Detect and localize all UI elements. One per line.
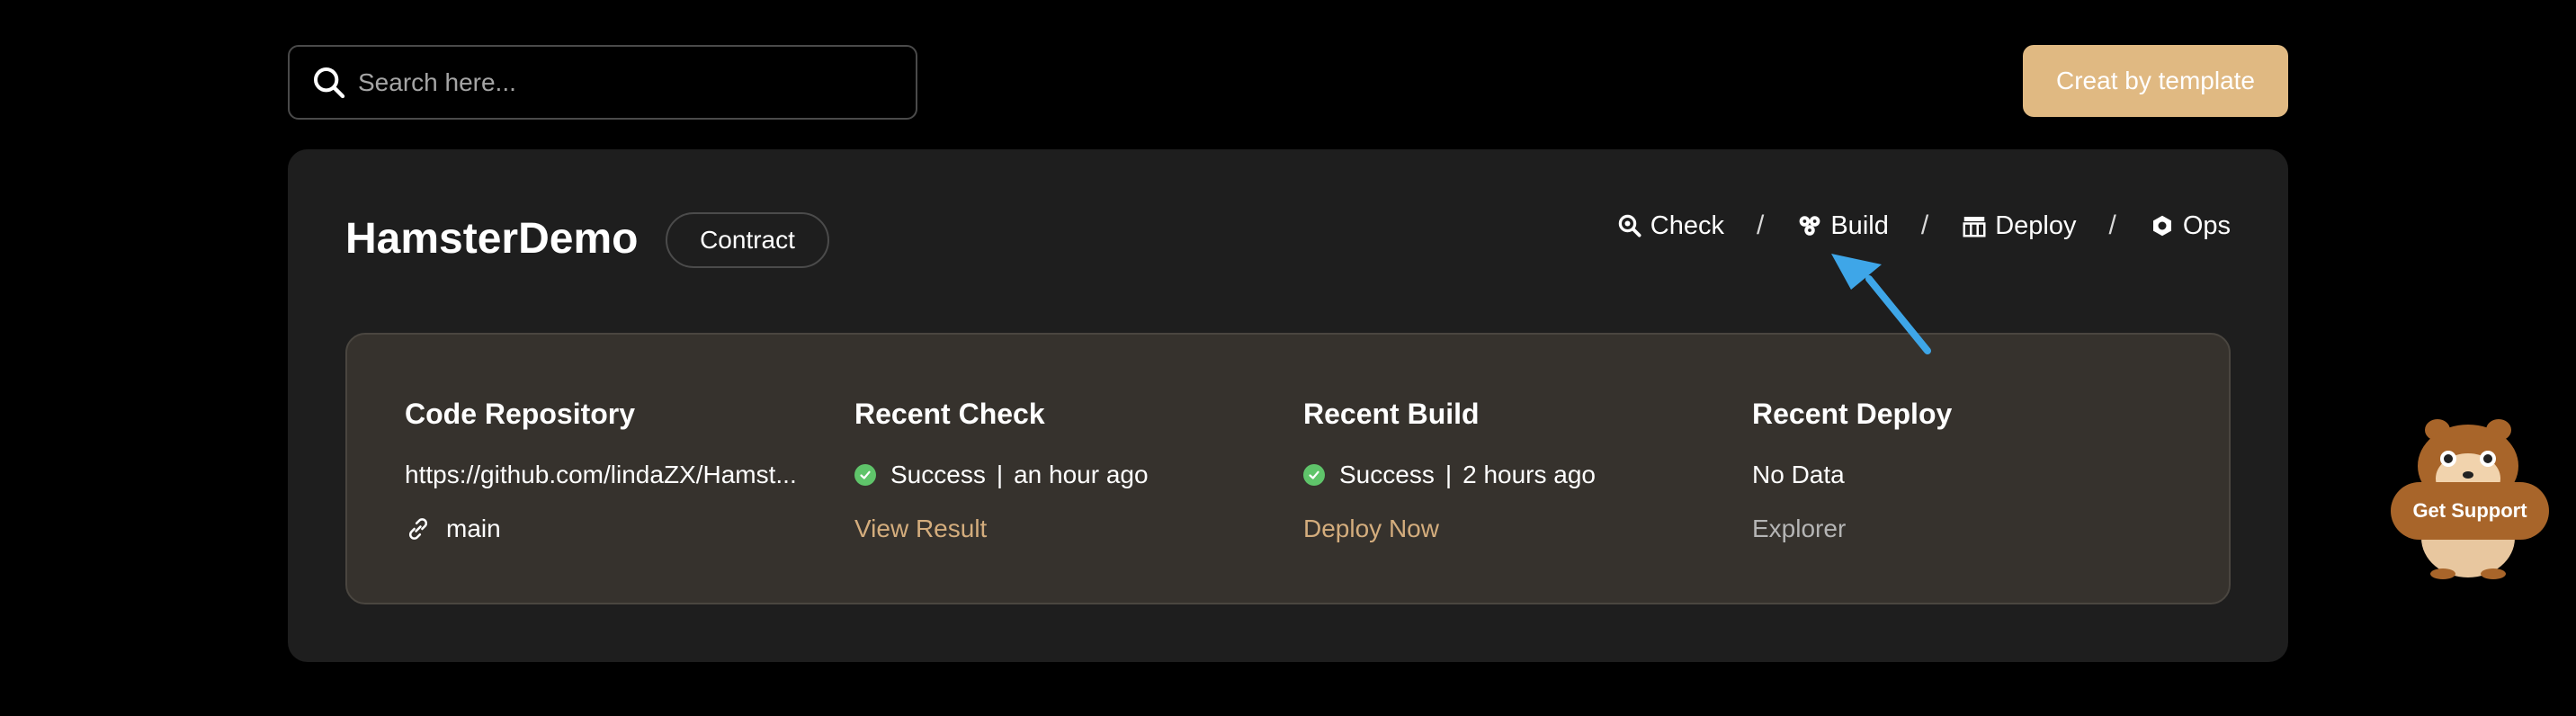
get-support-button[interactable]: Get Support: [2391, 482, 2549, 540]
link-icon: [408, 518, 428, 540]
status-text: Success: [890, 461, 986, 488]
step-separator: /: [1757, 210, 1765, 240]
status-divider: |: [1445, 461, 1453, 488]
step-separator: /: [1920, 210, 1929, 240]
project-card: HamsterDemo Contract Check / Build / Dep…: [288, 149, 2288, 662]
status-time: an hour ago: [1014, 461, 1149, 488]
step-check[interactable]: Check: [1616, 211, 1724, 241]
step-build[interactable]: Build: [1796, 211, 1889, 241]
search-input[interactable]: [358, 67, 898, 97]
ops-icon: [2152, 215, 2171, 237]
project-type-tag: Contract: [666, 212, 829, 268]
recent-check-column: Recent Check Success | an hour ago View …: [854, 398, 1149, 544]
success-check-icon: [854, 464, 876, 486]
deploy-status: No Data: [1752, 461, 1845, 488]
annotation-arrow-icon: [1831, 254, 1931, 354]
repo-branch: main: [405, 514, 797, 544]
column-title: Recent Deploy: [1752, 398, 1953, 430]
column-title: Recent Build: [1303, 398, 1480, 430]
step-label: Deploy: [1995, 210, 2077, 240]
create-by-template-button[interactable]: Creat by template: [2023, 45, 2288, 117]
summary-panel: Code Repository https://github.com/linda…: [345, 333, 2231, 604]
column-title: Recent Check: [854, 398, 1045, 430]
status-divider: |: [996, 461, 1004, 488]
column-title: Code Repository: [405, 398, 636, 430]
search-box[interactable]: [288, 45, 917, 120]
explorer-link[interactable]: Explorer: [1752, 515, 1846, 543]
cubes-icon: [1799, 216, 1820, 236]
step-separator: /: [2108, 210, 2116, 240]
build-status: Success | 2 hours ago: [1303, 460, 1596, 490]
recent-build-column: Recent Build Success | 2 hours ago Deplo…: [1303, 398, 1596, 544]
branch-name: main: [446, 515, 501, 542]
recent-deploy-column: Recent Deploy No Data Explorer: [1752, 398, 1952, 544]
pipeline-steps: Check / Build / Deploy / Ops: [1616, 210, 2231, 241]
status-time: 2 hours ago: [1462, 461, 1596, 488]
repo-url[interactable]: https://github.com/lindaZX/Hamst...: [405, 460, 797, 490]
search-icon: [314, 67, 345, 98]
deploy-now-link[interactable]: Deploy Now: [1303, 515, 1439, 543]
project-title: HamsterDemo: [345, 215, 639, 263]
step-label: Build: [1830, 210, 1889, 240]
success-check-icon: [1303, 464, 1325, 486]
view-result-link[interactable]: View Result: [854, 515, 987, 543]
step-ops[interactable]: Ops: [2149, 211, 2231, 241]
step-label: Ops: [2182, 210, 2231, 240]
step-deploy[interactable]: Deploy: [1961, 211, 2076, 241]
status-text: Success: [1339, 461, 1435, 488]
magnifier-icon: [1618, 214, 1641, 237]
step-label: Check: [1650, 210, 1724, 240]
check-status: Success | an hour ago: [854, 460, 1149, 490]
code-repository-column: Code Repository https://github.com/linda…: [405, 398, 797, 544]
deploy-icon: [1963, 217, 1986, 237]
